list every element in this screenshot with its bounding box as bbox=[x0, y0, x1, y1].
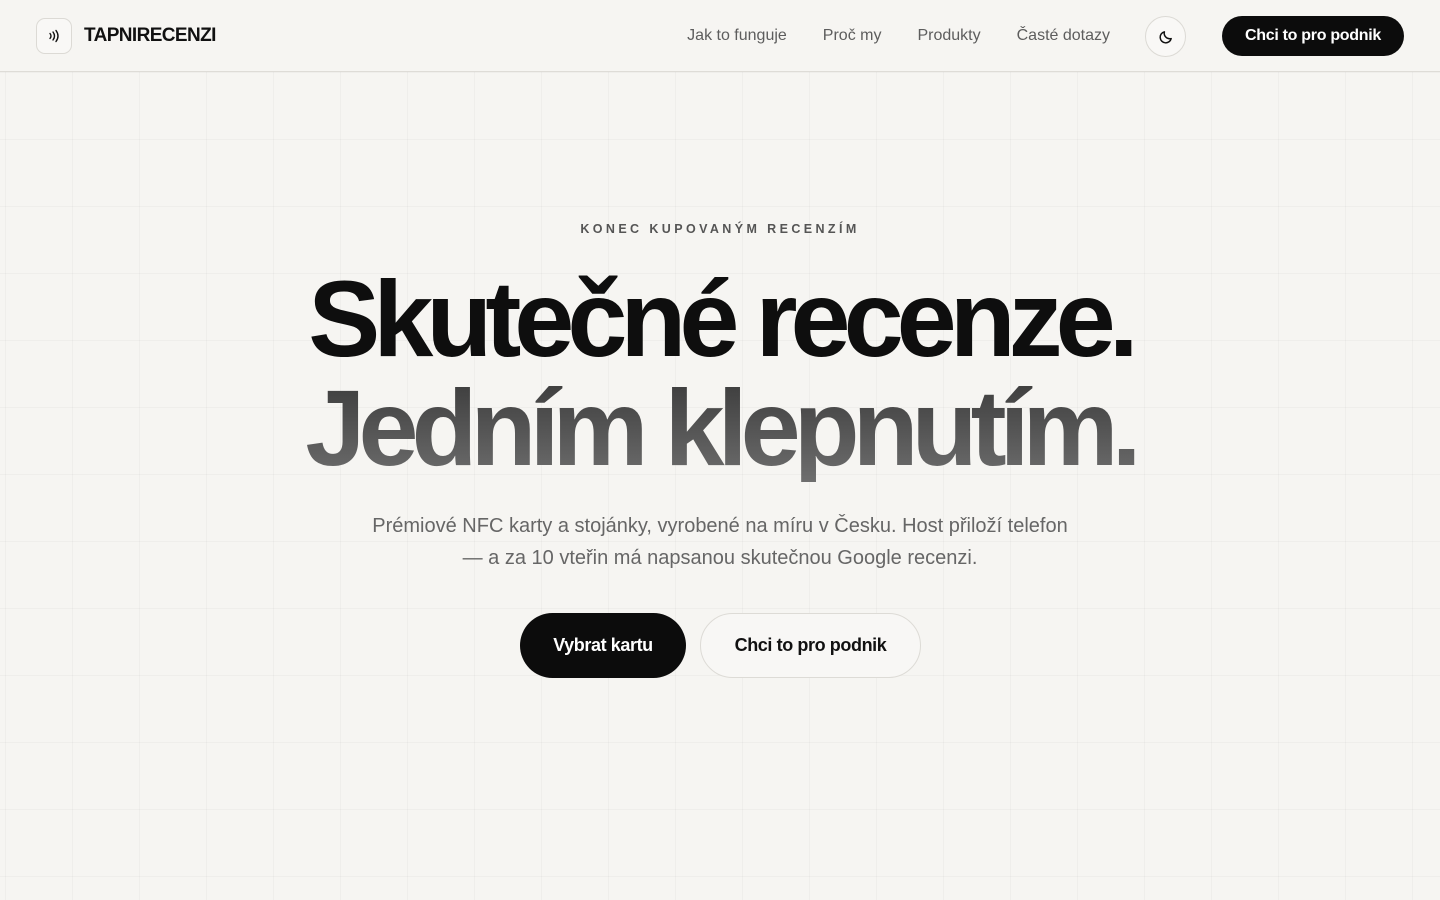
main-nav: Jak to funguje Proč my Produkty Časté do… bbox=[687, 0, 1110, 72]
choose-card-button[interactable]: Vybrat kartu bbox=[520, 613, 686, 678]
hero-headline-line2: Jedním klepnutím. bbox=[0, 374, 1440, 482]
logo-text: TAPNIRECENZI bbox=[84, 25, 216, 46]
theme-toggle-button[interactable] bbox=[1145, 16, 1186, 57]
site-header: TAPNIRECENZI Jak to funguje Proč my Prod… bbox=[0, 0, 1440, 72]
nav-link-why-us[interactable]: Proč my bbox=[823, 27, 882, 45]
hero-subtitle: Prémiové NFC karty a stojánky, vyrobené … bbox=[372, 515, 1068, 569]
header-cta-button[interactable]: Chci to pro podnik bbox=[1222, 16, 1404, 56]
nav-link-how-it-works[interactable]: Jak to funguje bbox=[687, 27, 787, 45]
hero-eyebrow: KONEC KUPOVANÝM RECENZÍM bbox=[580, 222, 860, 236]
nav-link-faq[interactable]: Časté dotazy bbox=[1017, 27, 1110, 45]
nav-link-products[interactable]: Produkty bbox=[917, 27, 980, 45]
nfc-signal-icon bbox=[36, 18, 72, 54]
want-for-business-button[interactable]: Chci to pro podnik bbox=[700, 613, 921, 678]
logo-link[interactable]: TAPNIRECENZI bbox=[36, 18, 216, 54]
moon-icon bbox=[1158, 29, 1174, 45]
hero-headline-line1: Skutečné recenze. bbox=[308, 258, 1138, 379]
